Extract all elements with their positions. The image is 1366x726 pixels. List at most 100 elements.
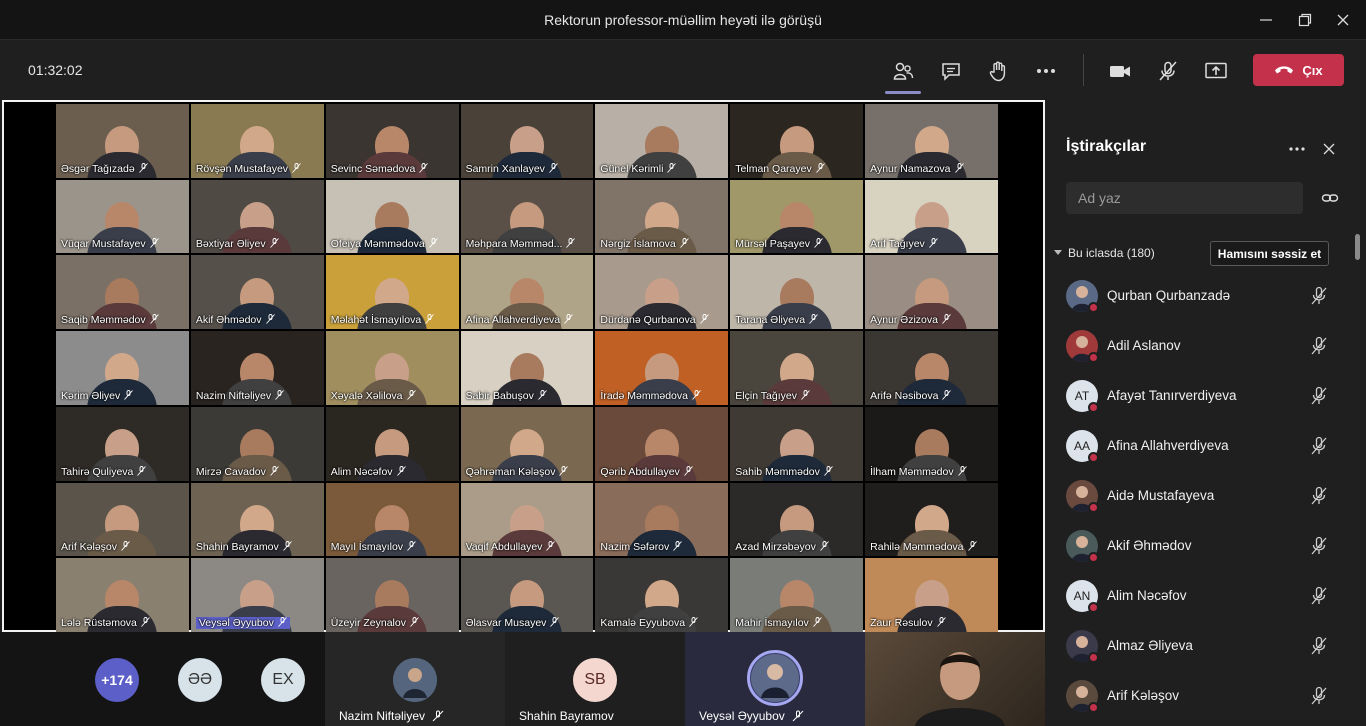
video-tile[interactable]: Rövşən Mustafayev xyxy=(190,104,324,178)
video-tile[interactable]: İradə Məmmədova xyxy=(595,331,729,405)
participant-row[interactable]: Qurban Qurbanzadə xyxy=(1066,277,1336,317)
video-tile[interactable]: Rahilə Məmmədova xyxy=(865,482,998,557)
video-tile[interactable]: Shahin Bayramov xyxy=(190,482,324,557)
video-tile[interactable]: Afina Allahverdiyeva xyxy=(460,255,594,330)
participant-row[interactable]: AA Afina Allahverdiyeva xyxy=(1066,427,1336,467)
video-tile[interactable]: Qərib Abdullayev xyxy=(595,406,729,481)
video-tile[interactable]: Sahib Məmmədov xyxy=(730,406,864,481)
video-tile[interactable]: Sevinc Səmədova xyxy=(325,104,459,178)
muted-mic-icon[interactable] xyxy=(1310,286,1328,311)
video-tile[interactable]: Zaur Rəsulov xyxy=(865,558,998,632)
microphone-muted-icon[interactable] xyxy=(1154,58,1182,84)
video-tile[interactable]: Nazim Niftəliyev xyxy=(325,632,505,726)
video-tile[interactable]: Aynur Əzizova xyxy=(865,255,998,330)
video-tile[interactable]: Xəyalə Xəlilova xyxy=(325,331,459,405)
participant-row[interactable]: AT Afayət Tanırverdiyeva xyxy=(1066,377,1336,417)
participant-row[interactable]: Adil Aslanov xyxy=(1066,327,1336,367)
participant-name: Məlahət İsmayılova xyxy=(331,314,435,326)
muted-mic-icon xyxy=(546,541,556,552)
video-tile[interactable]: Kərim Əliyev xyxy=(56,331,189,405)
video-tile[interactable]: Lələ Rüstəmova xyxy=(56,558,189,632)
muted-mic-icon xyxy=(406,389,416,400)
participant-bubble[interactable]: EX xyxy=(261,658,305,702)
video-tile[interactable]: Bəxtiyar Əliyev xyxy=(190,179,324,254)
chat-icon[interactable] xyxy=(937,58,965,84)
video-tile[interactable]: Mayıl İsmayılov xyxy=(325,482,459,557)
participant-row[interactable]: Arif Kələşov xyxy=(1066,677,1336,717)
muted-mic-icon xyxy=(282,541,292,552)
muted-mic-icon[interactable] xyxy=(1310,386,1328,411)
video-tile[interactable]: Mürsəl Paşayev xyxy=(730,179,864,254)
video-tile[interactable]: Qəhrəman Kələşov xyxy=(460,406,594,481)
video-tile[interactable]: İlham Məmmədov xyxy=(865,406,998,481)
video-tile[interactable]: Aynur Namazova xyxy=(865,104,998,178)
self-video-tile[interactable] xyxy=(865,632,1045,726)
video-tile[interactable]: Mahir İsmayılov xyxy=(730,558,864,632)
participant-bubble[interactable]: ƏƏ xyxy=(178,658,222,702)
video-tile-active-speaker[interactable]: Veysəl Əyyubov xyxy=(685,632,865,726)
muted-mic-icon[interactable] xyxy=(1310,336,1328,361)
video-tile[interactable]: Nazim Niftəliyev xyxy=(190,331,324,405)
camera-icon[interactable] xyxy=(1106,58,1134,84)
scrollbar[interactable] xyxy=(1355,234,1360,260)
participant-row[interactable]: Akif Əhmədov xyxy=(1066,527,1336,567)
participant-name: Qurban Qurbanzadə xyxy=(1107,288,1231,303)
muted-mic-icon[interactable] xyxy=(1310,536,1328,561)
participant-search-input[interactable] xyxy=(1066,182,1303,214)
video-tile[interactable]: Akif Əhmədov xyxy=(190,255,324,330)
muted-mic-icon[interactable] xyxy=(1310,586,1328,611)
video-tile[interactable]: Arif Kələşov xyxy=(56,482,189,557)
participant-name: Günel Kərimli xyxy=(600,163,677,175)
muted-mic-icon[interactable] xyxy=(1310,436,1328,461)
video-tile[interactable]: Günel Kərimli xyxy=(595,104,729,178)
video-tile[interactable]: Vüqar Mustafayev xyxy=(56,179,189,254)
minimize-icon[interactable] xyxy=(1256,10,1276,30)
muted-mic-icon[interactable] xyxy=(1310,636,1328,661)
video-tile[interactable]: Vaqif Abdullayev xyxy=(460,482,594,557)
video-tile[interactable]: Arif Tağıyev xyxy=(865,179,998,254)
share-screen-icon[interactable] xyxy=(1202,58,1230,84)
video-tile[interactable]: Üzeyir Zeynalov xyxy=(325,558,459,632)
video-tile[interactable]: Azad Mirzəbəyov xyxy=(730,482,864,557)
video-tile[interactable]: Elçin Tağıyev xyxy=(730,331,864,405)
video-tile[interactable]: SB Shahin Bayramov xyxy=(505,632,685,726)
share-invite-link-icon[interactable] xyxy=(1320,188,1340,208)
video-tile[interactable]: Nərgiz İslamova xyxy=(595,179,729,254)
participant-row[interactable]: Aidə Mustafayeva xyxy=(1066,477,1336,517)
video-tile[interactable]: Tarana Əliyeva xyxy=(730,255,864,330)
more-actions-icon[interactable] xyxy=(1032,58,1060,84)
muted-mic-icon[interactable] xyxy=(1310,486,1328,511)
leave-meeting-button[interactable]: Çıx xyxy=(1253,54,1344,86)
video-tile[interactable]: Ofeiya Məmmədova xyxy=(325,179,459,254)
video-tile[interactable]: Sabir Babuşov xyxy=(460,331,594,405)
muted-mic-icon[interactable] xyxy=(1310,686,1328,711)
video-tile[interactable]: Nazim Səfərov xyxy=(595,482,729,557)
participant-row[interactable]: Almaz Əliyeva xyxy=(1066,627,1336,667)
self-video-preview xyxy=(915,652,1005,726)
video-tile[interactable]: Arifə Nəsibova xyxy=(865,331,998,405)
video-tile[interactable]: Saqib Məmmədov xyxy=(56,255,189,330)
section-header[interactable]: Bu iclasda (180) xyxy=(1054,246,1155,260)
video-tile[interactable]: Tahirə Quliyeva xyxy=(56,406,189,481)
video-tile[interactable]: Əlasvar Musayev xyxy=(460,558,594,632)
video-tile[interactable]: Telman Qarayev xyxy=(730,104,864,178)
video-tile[interactable]: Əsgər Tağızadə xyxy=(56,104,189,178)
participant-row[interactable]: AN Alim Nəcəfov xyxy=(1066,577,1336,617)
video-tile[interactable]: Alim Nəcəfov xyxy=(325,406,459,481)
raise-hand-icon[interactable] xyxy=(984,58,1012,84)
restore-icon[interactable] xyxy=(1295,10,1315,30)
video-tile[interactable]: Samrin Xanlayev xyxy=(460,104,594,178)
video-tile[interactable]: Dürdanə Qurbanova xyxy=(595,255,729,330)
video-tile[interactable]: Məlahət İsmayılova xyxy=(325,255,459,330)
video-tile[interactable]: Məhpara Məmməd... xyxy=(460,179,594,254)
close-panel-icon[interactable] xyxy=(1320,140,1338,158)
video-tile[interactable]: Veysəl Əyyubov xyxy=(190,558,324,632)
panel-more-icon[interactable] xyxy=(1288,140,1306,158)
more-participants-bubble[interactable]: +174 xyxy=(95,658,139,702)
video-tile[interactable]: Kamalə Eyyubova xyxy=(595,558,729,632)
mute-all-button[interactable]: Hamısını səssiz et xyxy=(1210,241,1329,266)
meeting-timer: 01:32:02 xyxy=(28,62,83,78)
video-tile[interactable]: Mirzə Cavadov xyxy=(190,406,324,481)
participants-toggle-icon[interactable] xyxy=(885,58,921,94)
close-window-icon[interactable] xyxy=(1333,10,1353,30)
